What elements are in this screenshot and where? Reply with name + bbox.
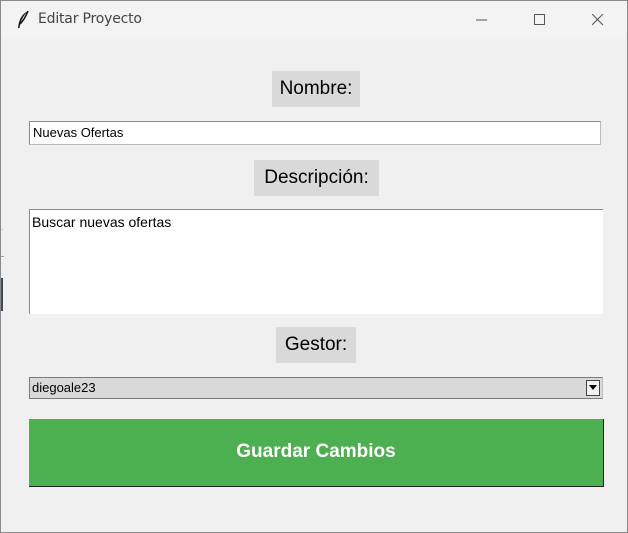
minimize-icon	[476, 19, 487, 21]
save-changes-button[interactable]: Guardar Cambios	[29, 419, 604, 487]
nombre-label: Nombre:	[272, 71, 360, 107]
maximize-button[interactable]	[517, 1, 563, 39]
background-edge	[1, 256, 4, 257]
descripcion-label: Descripción:	[254, 160, 379, 196]
nombre-input[interactable]: Nuevas Ofertas	[29, 121, 601, 145]
feather-icon	[15, 10, 31, 30]
gestor-select[interactable]: diegoale23	[29, 377, 603, 399]
chevron-down-icon	[589, 385, 597, 390]
minimize-button[interactable]	[459, 1, 505, 39]
window-title: Editar Proyecto	[38, 11, 142, 27]
edit-project-window: Editar Proyecto Nombre: Nuevas Ofertas D…	[0, 0, 628, 533]
close-icon	[592, 14, 604, 26]
maximize-icon	[534, 14, 545, 25]
background-edge	[1, 229, 3, 230]
descripcion-textarea[interactable]: Buscar nuevas ofertas	[29, 209, 603, 314]
title-bar[interactable]: Editar Proyecto	[1, 1, 627, 39]
dropdown-arrow-button[interactable]	[586, 380, 600, 396]
gestor-selected-value: diegoale23	[32, 380, 96, 395]
gestor-label: Gestor:	[276, 327, 356, 363]
background-edge	[1, 278, 3, 311]
close-button[interactable]	[575, 1, 621, 39]
